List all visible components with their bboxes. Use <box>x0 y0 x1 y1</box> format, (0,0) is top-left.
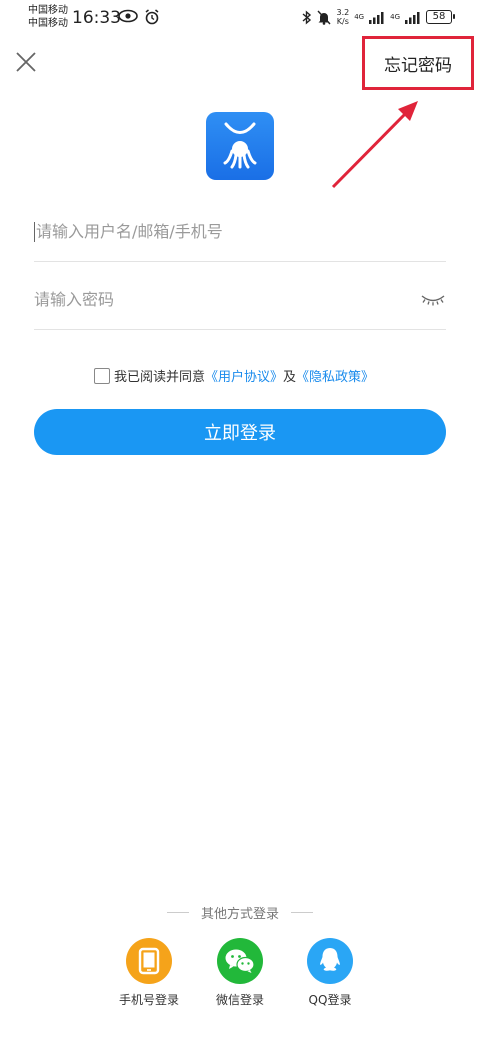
privacy-policy-link[interactable]: 《隐私政策》 <box>296 366 374 385</box>
carrier-1: 中国移动 <box>28 5 68 16</box>
signal-icon-1 <box>369 11 384 24</box>
eye-status-icon <box>118 9 138 23</box>
carrier-2: 中国移动 <box>28 18 68 29</box>
battery-indicator: 58 <box>426 10 455 24</box>
signal-icon-2 <box>405 11 420 24</box>
qq-login-circle <box>307 938 353 984</box>
net-type-1: 4G <box>354 13 365 21</box>
network-speed: 3.2 K/s <box>336 8 349 26</box>
password-row <box>34 270 446 330</box>
divider-left <box>166 912 189 913</box>
agreement-row: 我已阅读并同意 《用户协议》 及 《隐私政策》 <box>94 366 374 385</box>
other-login-title: 其他方式登录 <box>0 903 480 922</box>
username-row <box>34 202 446 262</box>
status-icons-right: 3.2 K/s 4G 4G 58 <box>302 8 455 26</box>
agreement-checkbox[interactable] <box>94 367 110 384</box>
password-input[interactable] <box>34 290 420 309</box>
qq-login-label: QQ登录 <box>308 993 352 1007</box>
status-bar: 中国移动 中国移动 16:33 3.2 K/s 4G 4G 58 <box>0 0 480 36</box>
octopus-bag-icon <box>223 122 257 169</box>
qq-icon <box>320 948 340 971</box>
agreement-connector: 及 <box>283 370 297 385</box>
carrier-info: 中国移动 中国移动 <box>28 4 68 30</box>
text-cursor <box>34 221 35 242</box>
status-time: 16:33 <box>72 8 121 28</box>
login-button[interactable]: 立即登录 <box>34 409 446 455</box>
wechat-icon <box>225 949 255 973</box>
phone-login-circle <box>126 938 172 984</box>
wechat-login-label: 微信登录 <box>215 993 264 1007</box>
user-agreement-link[interactable]: 《用户协议》 <box>205 366 283 385</box>
net-type-2: 4G <box>390 13 400 21</box>
other-login-label: 其他方式登录 <box>200 907 279 922</box>
mute-bell-icon <box>317 10 331 25</box>
app-logo <box>206 112 274 180</box>
close-button[interactable] <box>12 48 40 76</box>
bluetooth-icon <box>303 9 312 25</box>
speed-unit: K/s <box>336 17 349 26</box>
status-icons-left <box>118 9 160 25</box>
divider-right <box>291 912 313 913</box>
forgot-password-button[interactable]: 忘记密码 <box>362 36 474 90</box>
speed-value: 3.2 <box>336 8 350 17</box>
close-icon <box>16 52 36 72</box>
wechat-login-button[interactable]: 微信登录 <box>195 938 285 1008</box>
wechat-login-circle <box>217 938 263 984</box>
qq-login-button[interactable]: QQ登录 <box>285 938 375 1008</box>
phone-login-button[interactable]: 手机号登录 <box>104 938 194 1008</box>
username-input[interactable] <box>36 222 446 241</box>
agreement-prefix: 我已阅读并同意 <box>114 370 206 385</box>
phone-login-label: 手机号登录 <box>118 993 179 1007</box>
alarm-status-icon <box>145 9 159 25</box>
phone-icon <box>138 947 160 975</box>
eye-closed-icon[interactable] <box>420 293 446 307</box>
